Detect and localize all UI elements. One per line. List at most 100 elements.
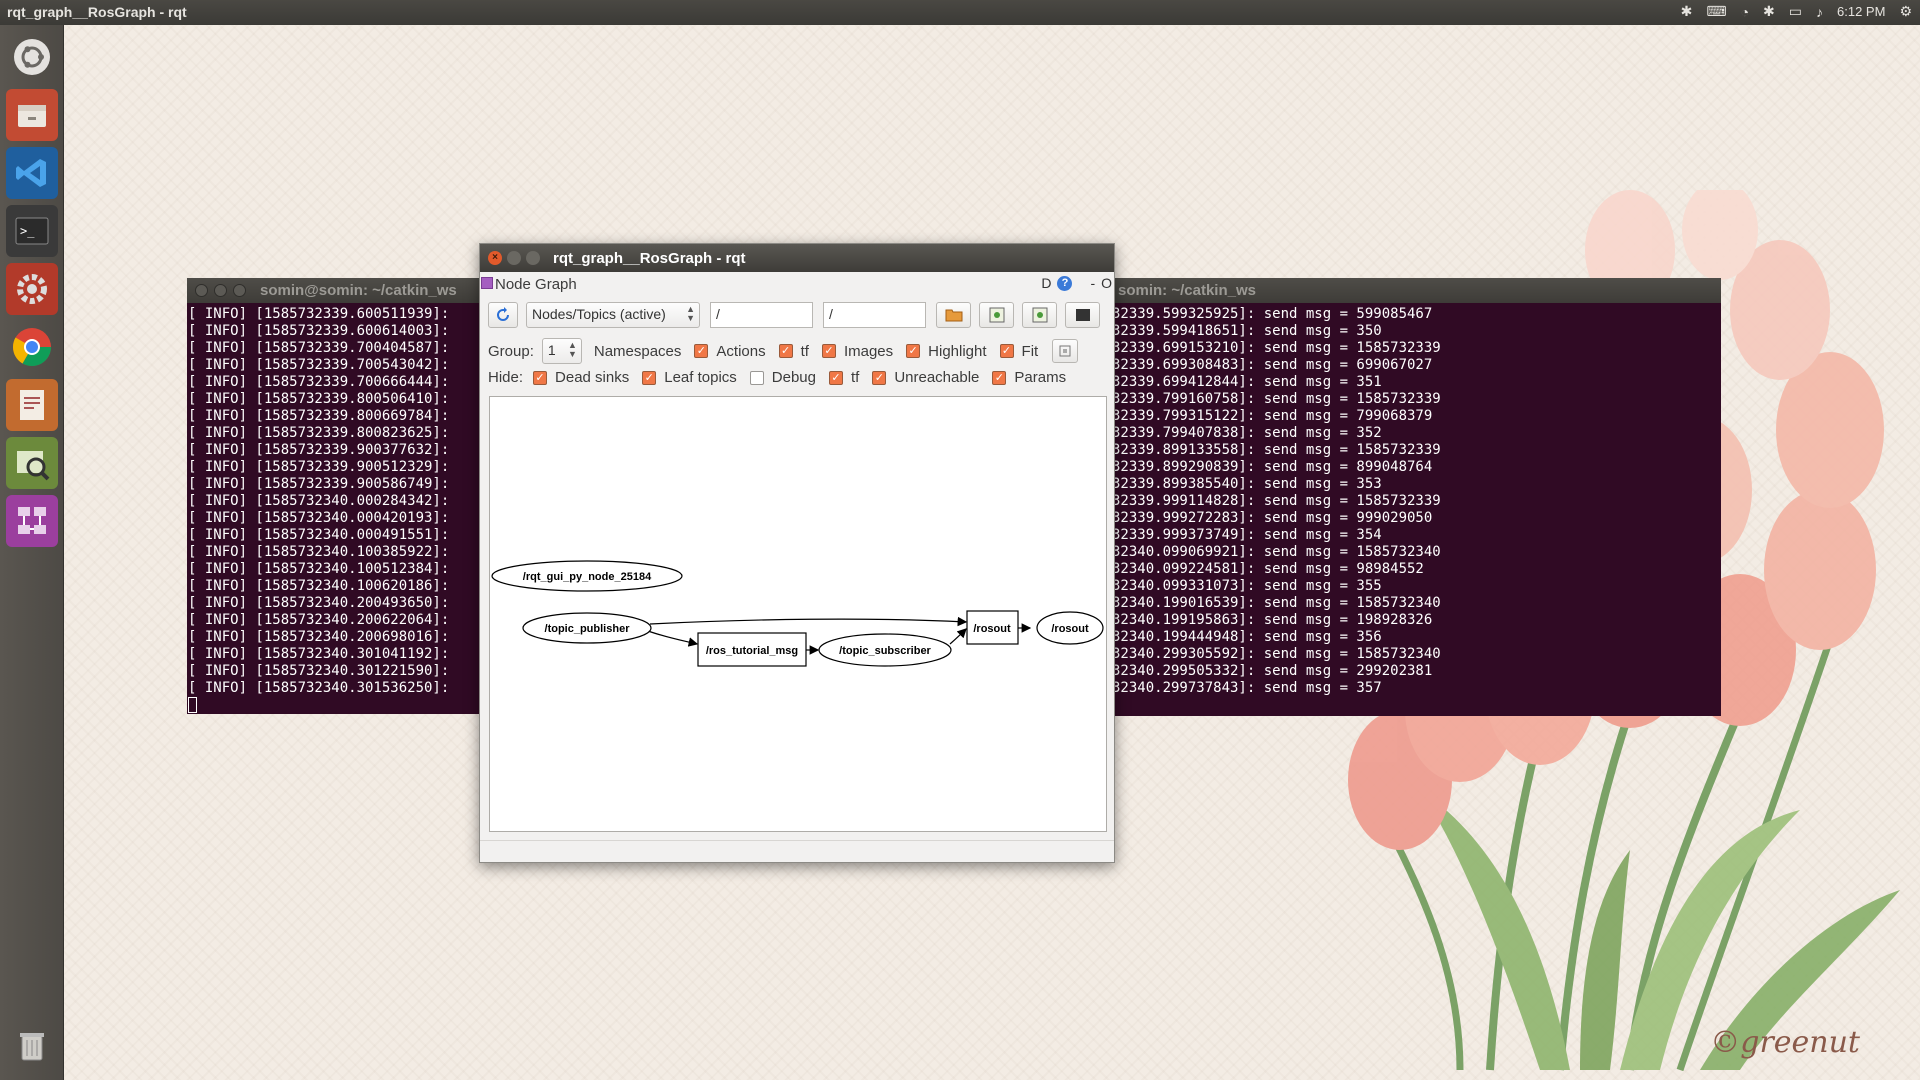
close-button[interactable] [195,284,208,297]
fit-in-view-button[interactable] [1052,339,1079,363]
topic-rosout[interactable]: /rosout [966,610,1019,645]
graph-canvas[interactable]: /rqt_gui_py_node_25184 /topic_publisher … [489,396,1107,832]
params-checkbox[interactable]: ✓ [992,370,1007,385]
group-value: 1 [547,342,556,358]
actions-checkbox[interactable]: ✓ [694,344,709,358]
terminal-output[interactable]: 32339.599325925]: send msg = 599085467 32… [1111,303,1721,697]
tf-label[interactable]: tf [801,343,809,360]
terminal-icon[interactable]: >_ [6,205,58,257]
dock-float-button[interactable]: O [1101,275,1112,291]
node-rosout[interactable]: /rosout [1036,611,1104,645]
node-topic-publisher[interactable]: /topic_publisher [522,612,652,644]
unreachable-label[interactable]: Unreachable [894,369,979,386]
ubuntu-dash-icon[interactable] [6,31,58,83]
highlight-label[interactable]: Highlight [928,343,986,360]
namespaces-label[interactable]: Namespaces [594,343,682,360]
load-dot-button[interactable] [936,302,971,328]
save-image-button[interactable] [1065,302,1100,328]
keyboard-icon[interactable]: ⌨ [1706,3,1726,20]
refresh-icon [497,307,509,321]
hide-tf-label[interactable]: tf [851,369,859,386]
file-manager-icon[interactable] [6,89,58,141]
gear-icon[interactable]: ⚙ [1899,3,1912,20]
node-filter-input[interactable]: / [710,302,813,328]
terminal-window-left[interactable]: somin@somin: ~/catkin_ws [ INFO] [158573… [187,278,487,714]
actions-label[interactable]: Actions [716,343,765,360]
terminal-line: [ INFO] [1585732339.600614003]: [188,323,458,339]
terminal-line: 32339.799160758]: send msg = 1585732339 [1112,391,1441,407]
spin-arrows-icon: ▲ ▼ [567,340,577,359]
battery-icon[interactable]: ▭ [1789,3,1802,20]
volume-icon[interactable]: ♪ [1816,4,1823,20]
spin-arrows-icon: ▲ ▼ [686,304,695,323]
terminal-line: [ INFO] [1585732340.301536250]: [188,680,458,696]
hide-tf-checkbox[interactable]: ✓ [828,370,843,385]
image-viewer-icon[interactable] [6,437,58,489]
bluetooth-icon[interactable]: ✱ [1681,3,1693,20]
fit-label[interactable]: Fit [1022,343,1039,360]
vscode-icon[interactable] [6,147,58,199]
edge-publisher-rosout [649,616,968,627]
save-svg-button[interactable] [1022,302,1057,328]
minimize-button[interactable] [214,284,227,297]
graph-type-select[interactable]: Nodes/Topics (active) ▲ ▼ [526,302,700,328]
help-icon[interactable]: ? [1057,275,1073,291]
terminal-output[interactable]: [ INFO] [1585732339.600511939]: [ INFO] … [187,303,487,713]
group-spinbox[interactable]: 1 ▲ ▼ [541,338,582,364]
maximize-button[interactable] [233,284,246,297]
fit-checkbox[interactable]: ✓ [999,344,1014,358]
tf-checkbox[interactable]: ✓ [778,344,793,358]
images-checkbox[interactable]: ✓ [821,344,836,358]
rqt-titlebar[interactable]: × rqt_graph__RosGraph - rqt [480,244,1114,272]
dock-reload-button[interactable]: D [1041,275,1051,291]
terminal-line: 32340.199195863]: send msg = 198928326 [1112,612,1433,628]
options-row: Group: 1 ▲ ▼ Namespaces ✓ Actions ✓ tf ✓ Ima… [488,338,1079,364]
document-viewer-icon[interactable] [6,379,58,431]
terminal-line: 32340.299737843]: send msg = 357 [1112,680,1382,696]
bluetooth-status-icon[interactable]: ✱ [1763,3,1775,20]
minimize-button[interactable] [507,251,521,265]
save-dot-button[interactable] [979,302,1014,328]
system-settings-icon[interactable] [6,263,58,315]
terminal-title: somin: ~/catkin_ws [1118,282,1256,299]
unreachable-checkbox[interactable]: ✓ [872,370,887,385]
images-label[interactable]: Images [844,343,893,360]
node-rqt-gui[interactable]: /rqt_gui_py_node_25184 [491,560,683,592]
rqt-app-icon[interactable] [6,495,58,547]
node-rosout-label: /rosout [1051,623,1089,635]
terminal-line: 32339.799407838]: send msg = 352 [1112,425,1382,441]
leaf-topics-checkbox[interactable]: ✓ [642,370,657,385]
dock-title-bar[interactable]: Node Graph D ? - O [480,272,1114,298]
topic-filter-input[interactable]: / [823,302,926,328]
terminal-window-right[interactable]: somin: ~/catkin_ws 32339.599325925]: sen… [1111,278,1721,716]
ros-graph[interactable]: /rqt_gui_py_node_25184 /topic_publisher … [490,397,1106,831]
trash-icon[interactable] [6,1020,58,1072]
clock[interactable]: 6:12 PM [1837,4,1885,19]
terminal-line: 32339.999114828]: send msg = 1585732339 [1112,493,1441,509]
topic-ros-tutorial-msg[interactable]: /ros_tutorial_msg [697,632,807,667]
params-label[interactable]: Params [1014,369,1066,386]
launcher: >_ [0,25,64,1080]
chrome-icon[interactable] [6,321,58,373]
maximize-button[interactable] [526,251,540,265]
terminal-titlebar[interactable]: somin@somin: ~/catkin_ws [187,278,487,303]
highlight-checkbox[interactable]: ✓ [906,344,921,358]
leaf-topics-label[interactable]: Leaf topics [664,369,737,386]
dead-sinks-checkbox[interactable]: ✓ [533,370,548,385]
refresh-button[interactable] [488,302,518,328]
dock-minimize-button[interactable]: - [1090,275,1095,291]
wifi-icon[interactable]: ◔ [1741,4,1749,20]
close-button[interactable]: × [488,251,502,265]
topic-rosout-label: /rosout [973,623,1011,635]
terminal-line: 32340.299505332]: send msg = 299202381 [1112,663,1433,679]
terminal-line: [ INFO] [1585732340.100620186]: [188,578,458,594]
terminal-titlebar[interactable]: somin: ~/catkin_ws [1111,278,1721,303]
rqt-window[interactable]: × rqt_graph__RosGraph - rqt Node Graph D… [479,243,1115,863]
dead-sinks-label[interactable]: Dead sinks [555,369,629,386]
terminal-line: 32339.999373749]: send msg = 354 [1112,527,1382,543]
debug-checkbox[interactable] [749,370,764,385]
terminal-line: 32339.699412844]: send msg = 351 [1112,374,1382,390]
terminal-line: [ INFO] [1585732339.900377632]: [188,442,458,458]
node-topic-subscriber[interactable]: /topic_subscriber [818,633,952,667]
debug-label[interactable]: Debug [772,369,816,386]
